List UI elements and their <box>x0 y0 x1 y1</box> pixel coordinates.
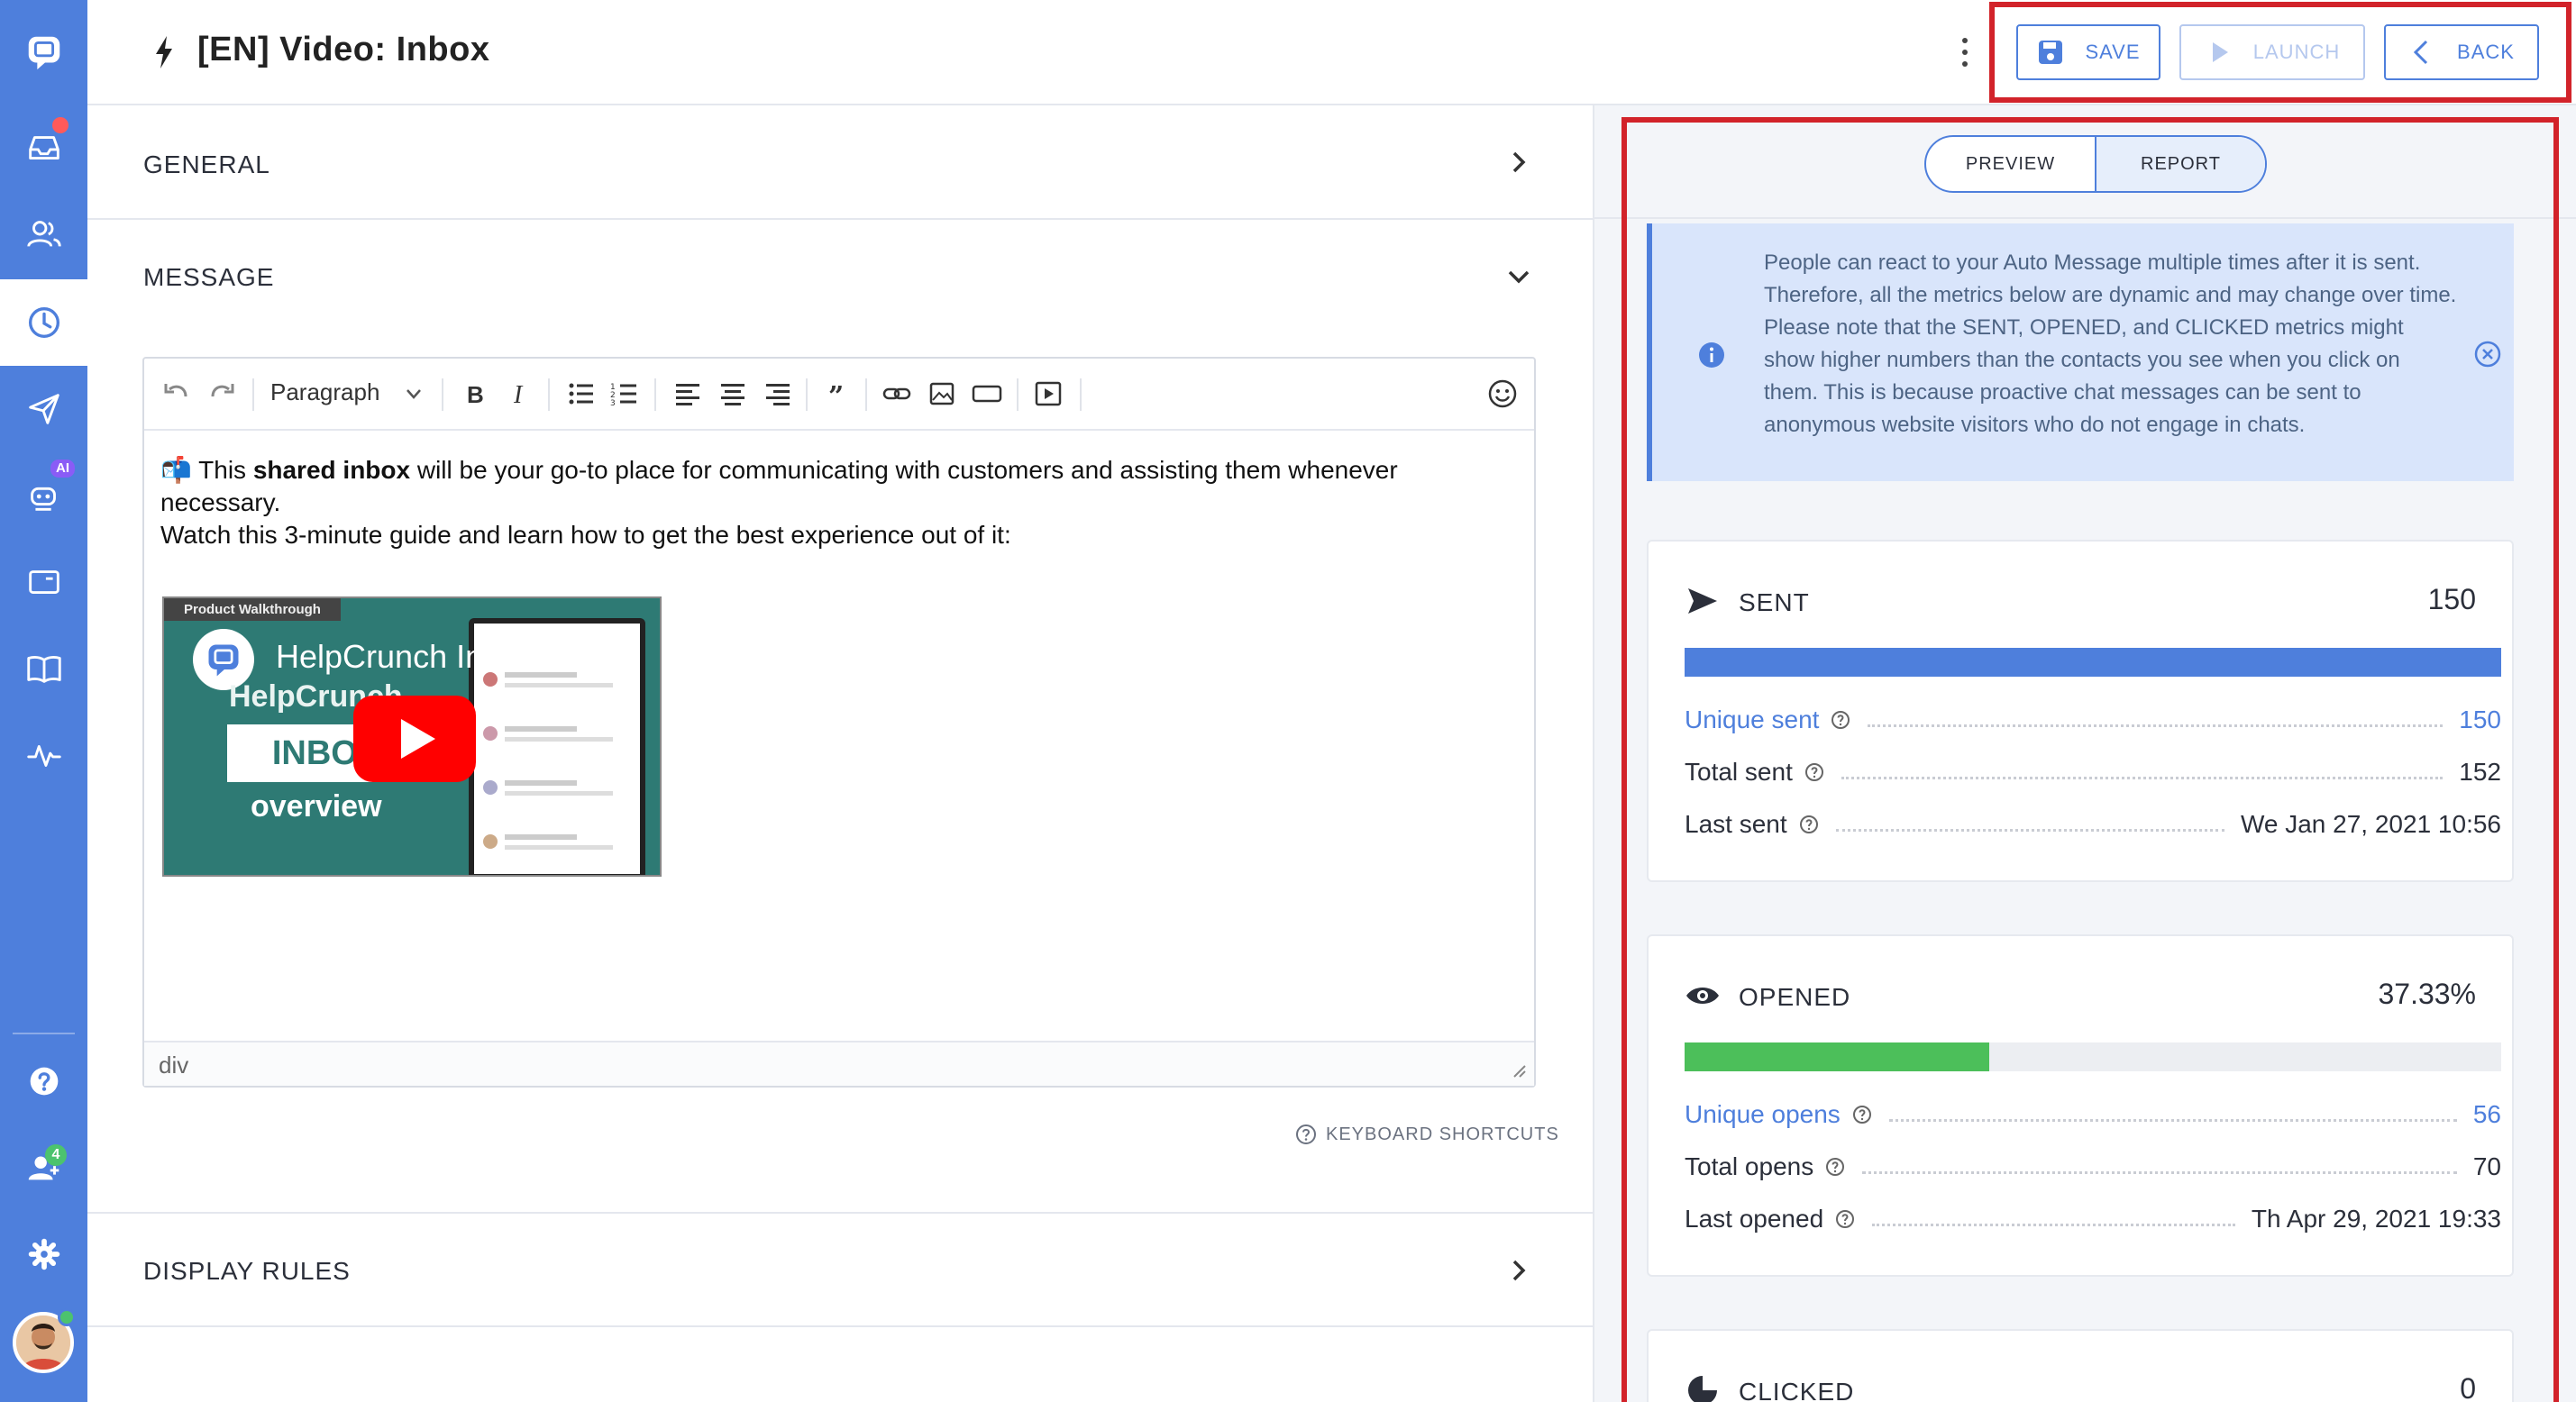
ai-badge: AI <box>50 460 75 478</box>
bullet-list-icon[interactable] <box>564 377 598 411</box>
sidebar-item-reports[interactable] <box>0 712 87 798</box>
rich-text-editor[interactable]: Paragraph B I 123 ” 📬 This shared inbox … <box>142 357 1536 1088</box>
numbered-list-icon[interactable]: 123 <box>607 377 642 411</box>
play-icon <box>2212 42 2228 62</box>
page-title: [EN] Video: Inbox <box>197 31 490 68</box>
editor-toolbar: Paragraph B I 123 ” <box>144 359 1534 431</box>
sidebar-item-settings[interactable] <box>0 1211 87 1297</box>
bold-icon[interactable]: B <box>458 377 492 411</box>
video-title: HelpCrunch Inbo... <box>276 638 547 675</box>
undo-icon[interactable] <box>159 377 193 411</box>
keyboard-shortcuts-label: KEYBOARD SHORTCUTS <box>1326 1124 1559 1144</box>
book-icon <box>26 656 61 683</box>
sidebar-item-knowledge-base[interactable] <box>0 625 87 712</box>
floppy-disk-icon <box>2039 41 2063 64</box>
button-block-icon[interactable] <box>970 377 1004 411</box>
save-button[interactable]: SAVE <box>2016 24 2160 80</box>
sidebar-item-help[interactable] <box>0 1038 87 1124</box>
activity-pulse-icon <box>26 744 61 767</box>
sidebar-item-home[interactable] <box>0 9 87 96</box>
lightning-bolt-icon <box>156 36 172 68</box>
clock-icon <box>28 306 59 339</box>
sidebar-item-inbox[interactable] <box>0 105 87 191</box>
section-general-title: GENERAL <box>143 150 270 178</box>
more-options-kebab-icon[interactable] <box>1956 34 1974 70</box>
contacts-icon <box>26 221 61 247</box>
image-icon[interactable] <box>925 377 959 411</box>
widget-icon <box>28 570 59 594</box>
svg-text:3: 3 <box>610 399 616 408</box>
send-icon <box>28 394 59 424</box>
svg-text:B: B <box>467 381 484 408</box>
svg-text:”: ” <box>828 381 844 411</box>
sidebar-item-campaigns[interactable] <box>0 366 87 452</box>
video-overview-text: overview <box>251 789 382 824</box>
section-display-rules[interactable]: DISPLAY RULES <box>87 1214 1593 1327</box>
link-icon[interactable] <box>880 377 914 411</box>
element-path: div <box>159 1052 189 1079</box>
chevron-right-icon <box>1512 1260 1526 1281</box>
ai-bot-icon <box>30 487 56 511</box>
inbox-unread-dot <box>52 117 69 133</box>
align-center-icon[interactable] <box>716 377 750 411</box>
question-circle-icon <box>1296 1124 1316 1144</box>
section-display-rules-title: DISPLAY RULES <box>143 1257 351 1285</box>
sidebar-item-ai-bot[interactable]: AI <box>0 452 87 539</box>
gear-icon <box>28 1238 59 1270</box>
message-editor-column: GENERAL MESSAGE Paragraph B I 123 ” 📬 Th… <box>87 105 1593 1402</box>
align-right-icon[interactable] <box>761 377 795 411</box>
chevron-right-icon <box>1512 151 1526 173</box>
sidebar-item-auto-messages[interactable] <box>0 279 87 366</box>
back-button-label: BACK <box>2457 41 2515 63</box>
inbox-icon <box>28 136 59 159</box>
video-embed-icon[interactable] <box>1031 377 1065 411</box>
editor-body-text[interactable]: 📬 This shared inbox will be your go-to p… <box>160 454 1521 551</box>
chevron-left-icon <box>2413 40 2428 65</box>
left-sidebar: AI 4 <box>0 0 87 1402</box>
paragraph-format-select[interactable]: Paragraph <box>270 378 379 406</box>
emoji-icon[interactable] <box>1485 377 1520 411</box>
help-icon <box>30 1067 58 1096</box>
sidebar-item-contacts[interactable] <box>0 191 87 278</box>
save-button-label: SAVE <box>2085 41 2141 63</box>
embedded-video-thumbnail[interactable]: Product Walkthrough HelpCrunch INBOX ove… <box>162 596 662 877</box>
online-status-dot <box>58 1308 76 1326</box>
message-text-prefix: 📬 This <box>160 456 253 484</box>
chat-logo-icon <box>28 36 59 70</box>
launch-button-label: LAUNCH <box>2252 41 2341 63</box>
editor-status-bar: div <box>144 1041 1534 1086</box>
chevron-down-icon[interactable] <box>1505 263 1532 290</box>
blockquote-icon[interactable]: ” <box>822 377 856 411</box>
resize-handle-icon[interactable] <box>1509 1061 1527 1079</box>
youtube-play-icon[interactable] <box>353 696 476 782</box>
italic-icon[interactable]: I <box>503 377 537 411</box>
message-text-line2: Watch this 3-minute guide and learn how … <box>160 521 1011 549</box>
sidebar-divider <box>13 1033 75 1034</box>
app-root: AI 4 [EN] Video: Inbox SAVE LAUNCH BACK … <box>0 0 2576 1402</box>
keyboard-shortcuts-link[interactable]: KEYBOARD SHORTCUTS <box>1295 1124 1559 1145</box>
section-general[interactable]: GENERAL <box>87 105 1593 220</box>
sidebar-item-widget[interactable] <box>0 539 87 625</box>
svg-text:I: I <box>513 381 524 409</box>
align-left-icon[interactable] <box>671 377 705 411</box>
video-tag: Product Walkthrough <box>164 598 341 621</box>
sidebar-item-team[interactable]: 4 <box>0 1124 87 1211</box>
section-message-title[interactable]: MESSAGE <box>143 263 274 292</box>
back-button[interactable]: BACK <box>2384 24 2539 80</box>
section-message: MESSAGE Paragraph B I 123 ” 📬 This share… <box>87 220 1593 1214</box>
chevron-down-icon[interactable] <box>404 384 424 404</box>
team-count-badge: 4 <box>45 1144 67 1166</box>
launch-button[interactable]: LAUNCH <box>2179 24 2365 80</box>
highlight-box-report <box>1621 117 2559 1402</box>
redo-icon[interactable] <box>206 377 240 411</box>
message-text-bold: shared inbox <box>252 456 411 484</box>
